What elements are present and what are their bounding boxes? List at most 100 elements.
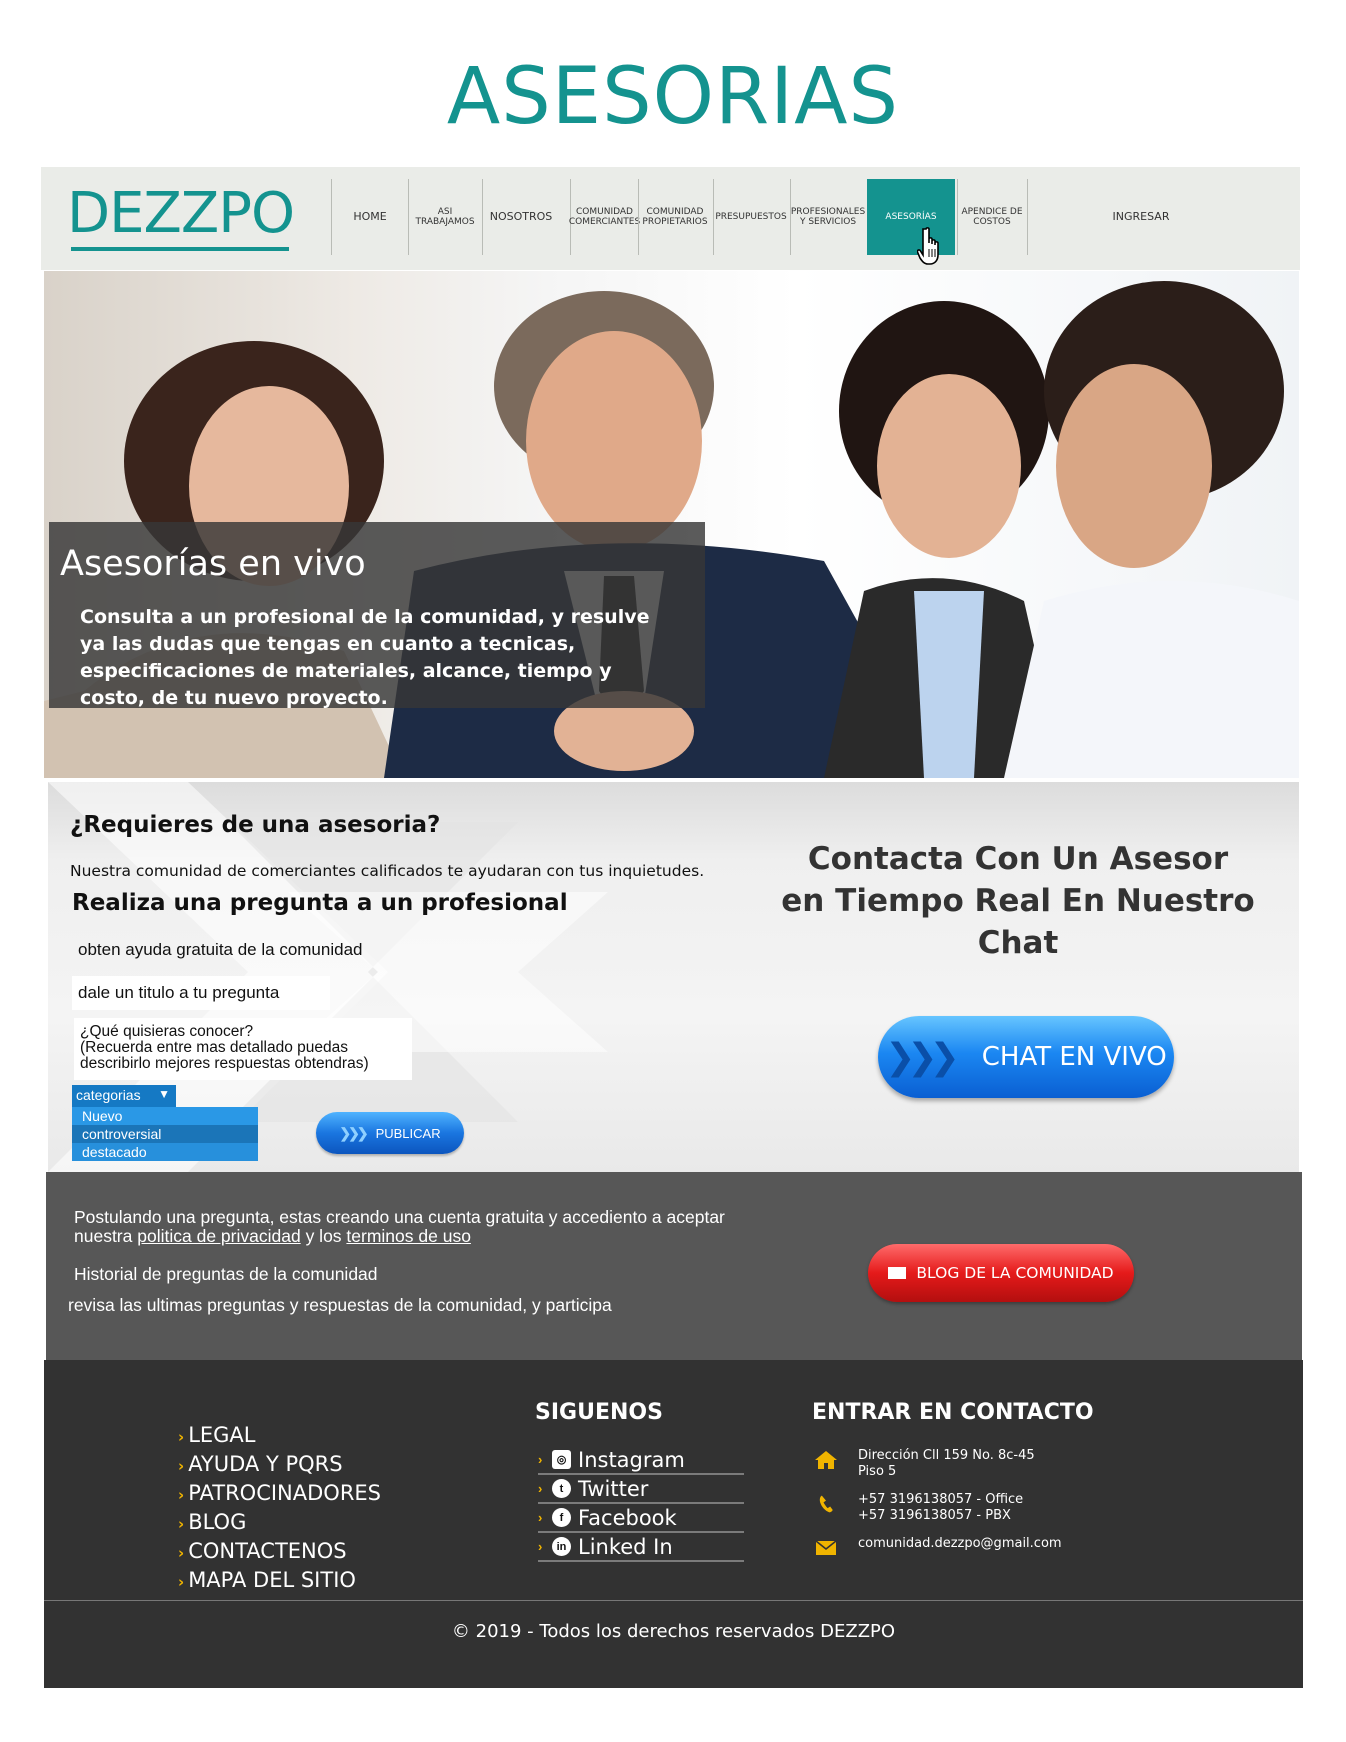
footer-link-label: BLOG — [188, 1510, 247, 1534]
social-links: › ◎ Instagram › t Twitter › f Facebook ›… — [538, 1446, 744, 1562]
nav-separator — [331, 179, 332, 255]
social-label: Linked In — [578, 1534, 673, 1559]
footer-link-mapa[interactable]: › MAPA DEL SITIO — [178, 1567, 381, 1596]
email-address[interactable]: comunidad.dezzpo@gmail.com — [858, 1536, 1118, 1552]
ask-heading: Realiza una pregunta a un profesional — [72, 890, 568, 916]
dropdown-triangle-icon: ▼ — [158, 1087, 170, 1101]
category-option-controversial[interactable]: controversial — [72, 1125, 258, 1143]
chat-heading-line1: Contacta Con Un Asesor — [807, 841, 1229, 877]
social-linkedin[interactable]: › in Linked In — [538, 1533, 744, 1562]
social-twitter[interactable]: › t Twitter — [538, 1475, 744, 1504]
question-subtitle: Nuestra comunidad de comerciantes califi… — [70, 862, 705, 880]
question-section: ¿Requieres de una asesoria? Nuestra comu… — [48, 782, 1299, 1172]
footer-link-blog[interactable]: › BLOG — [178, 1509, 381, 1538]
dezzpo-logo[interactable]: DEZZPO — [67, 181, 297, 255]
community-blog-button[interactable]: BLOG DE LA COMUNIDAD — [868, 1244, 1134, 1302]
footer-link-legal[interactable]: › LEGAL — [178, 1422, 381, 1451]
chevron-right-icon: › — [538, 1481, 543, 1496]
nav-home[interactable]: HOME — [334, 179, 406, 255]
category-option-destacado[interactable]: destacado — [72, 1143, 258, 1161]
nav-nosotros[interactable]: NOSOTROS — [484, 179, 558, 255]
instagram-icon: ◎ — [552, 1450, 571, 1469]
category-select-label: categorias — [76, 1087, 141, 1103]
hero-banner: Asesorías en vivo Consulta a un profesio… — [44, 271, 1299, 778]
nav-presupuestos[interactable]: PRESUPUESTOS — [714, 179, 788, 255]
social-label: Instagram — [578, 1447, 685, 1472]
footer-link-label: LEGAL — [188, 1423, 256, 1447]
nav-apendice-costos[interactable]: APENDICE DE COSTOS — [958, 179, 1026, 255]
legal-text-between: y los — [305, 1226, 342, 1246]
home-icon — [815, 1451, 837, 1469]
footer-links: › LEGAL › AYUDA Y PQRS › PATROCINADORES › BL… — [178, 1422, 381, 1596]
category-options: Nuevo controversial destacado — [72, 1107, 258, 1161]
envelope-icon — [888, 1267, 907, 1279]
category-select[interactable]: categorias ▼ — [72, 1085, 176, 1107]
chevron-right-icon: › — [178, 1515, 185, 1533]
footer-link-patrocinadores[interactable]: › PATROCINADORES — [178, 1480, 381, 1509]
chevron-right-icon: › — [538, 1539, 543, 1554]
contact-title: ENTRAR EN CONTACTO — [812, 1400, 1094, 1425]
footer-link-ayuda[interactable]: › AYUDA Y PQRS — [178, 1451, 381, 1480]
hero-description: Consulta a un profesional de la comunida… — [80, 606, 650, 709]
question-title-input[interactable] — [72, 976, 330, 1010]
mail-icon — [815, 1540, 837, 1555]
logo-underline — [71, 247, 289, 251]
publish-button[interactable]: ❯❯❯ PUBLICAR — [316, 1112, 464, 1154]
help-text: obten ayuda gratuita de la comunidad — [78, 940, 363, 959]
nav-separator — [482, 179, 483, 255]
footer-link-label: PATROCINADORES — [188, 1481, 382, 1505]
nav-separator — [1027, 179, 1028, 255]
footer-divider — [44, 1600, 1303, 1601]
chevron-right-icon: › — [178, 1457, 185, 1475]
chat-heading-line2: en Tiempo Real En Nuestro Chat — [781, 883, 1255, 961]
history-text: revisa las ultimas preguntas y respuesta… — [68, 1295, 612, 1315]
hero-overlay: Asesorías en vivo Consulta a un profesio… — [49, 522, 705, 709]
community-blog-button-label: BLOG DE LA COMUNIDAD — [916, 1264, 1114, 1282]
address-line1: Dirección Cll 159 No. 8c-45 — [858, 1448, 1035, 1463]
hand-cursor-icon — [917, 227, 939, 265]
site-footer: › LEGAL › AYUDA Y PQRS › PATROCINADORES › BL… — [44, 1360, 1303, 1688]
phone-office[interactable]: +57 3196138057 - Office — [858, 1492, 1118, 1508]
hero-title: Asesorías en vivo — [60, 544, 366, 584]
social-label: Twitter — [578, 1476, 649, 1501]
chevron-right-icon: › — [178, 1486, 185, 1504]
social-label: Facebook — [578, 1505, 677, 1530]
follow-title: SIGUENOS — [535, 1400, 663, 1425]
chevron-right-icon: › — [178, 1573, 185, 1591]
chevron-right-icon: › — [538, 1452, 543, 1467]
twitter-icon: t — [552, 1479, 571, 1498]
footer-link-contactenos[interactable]: › CONTACTENOS — [178, 1538, 381, 1567]
footer-link-label: CONTACTENOS — [188, 1539, 347, 1563]
nav-comunidad-propietarios[interactable]: COMUNIDAD PROPIETARIOS — [639, 179, 711, 255]
history-title[interactable]: Historial de preguntas de la comunidad — [74, 1264, 378, 1285]
linkedin-icon: in — [552, 1537, 571, 1556]
publish-button-label: PUBLICAR — [375, 1125, 441, 1141]
social-instagram[interactable]: › ◎ Instagram — [538, 1446, 744, 1475]
phone-icon — [819, 1495, 833, 1513]
chat-heading: Contacta Con Un Asesor en Tiempo Real En… — [748, 838, 1288, 964]
chevron-right-icon: › — [178, 1428, 185, 1446]
triple-chevron-icon: ❯❯❯ — [339, 1124, 368, 1141]
copyright-text: © 2019 - Todos los derechos reservados D… — [451, 1621, 896, 1642]
terms-of-use-link[interactable]: terminos de uso — [346, 1226, 471, 1246]
address-line2: Piso 5 — [858, 1464, 897, 1479]
live-chat-button-label: CHAT EN VIVO — [981, 1042, 1167, 1072]
nav-comunidad-comerciantes[interactable]: COMUNIDAD COMERCIANTES — [569, 179, 640, 255]
main-navbar: DEZZPO HOME ASI TRABAJAMOS NOSOTROS COMU… — [41, 167, 1300, 270]
footer-link-label: AYUDA Y PQRS — [188, 1452, 343, 1476]
footer-link-label: MAPA DEL SITIO — [188, 1568, 356, 1592]
live-chat-button[interactable]: ❯❯❯ CHAT EN VIVO — [878, 1016, 1174, 1098]
phone-pbx[interactable]: +57 3196138057 - PBX — [858, 1508, 1118, 1524]
privacy-policy-link[interactable]: politica de privacidad — [137, 1226, 300, 1246]
question-title: ¿Requieres de una asesoria? — [70, 812, 441, 838]
legal-notice: Postulando una pregunta, estas creando u… — [74, 1208, 774, 1246]
question-body-input[interactable] — [74, 1018, 412, 1080]
nav-ingresar[interactable]: INGRESAR — [1081, 179, 1201, 255]
social-facebook[interactable]: › f Facebook — [538, 1504, 744, 1533]
nav-separator — [408, 179, 409, 255]
chevron-right-icon: › — [178, 1544, 185, 1562]
triple-chevron-icon: ❯❯❯ — [885, 1036, 959, 1078]
nav-asi-trabajamos[interactable]: ASI TRABAJAMOS — [410, 179, 480, 255]
category-option-nuevo[interactable]: Nuevo — [72, 1107, 258, 1125]
nav-profesionales-servicios[interactable]: PROFESIONALES Y SERVICIOS — [791, 179, 865, 255]
